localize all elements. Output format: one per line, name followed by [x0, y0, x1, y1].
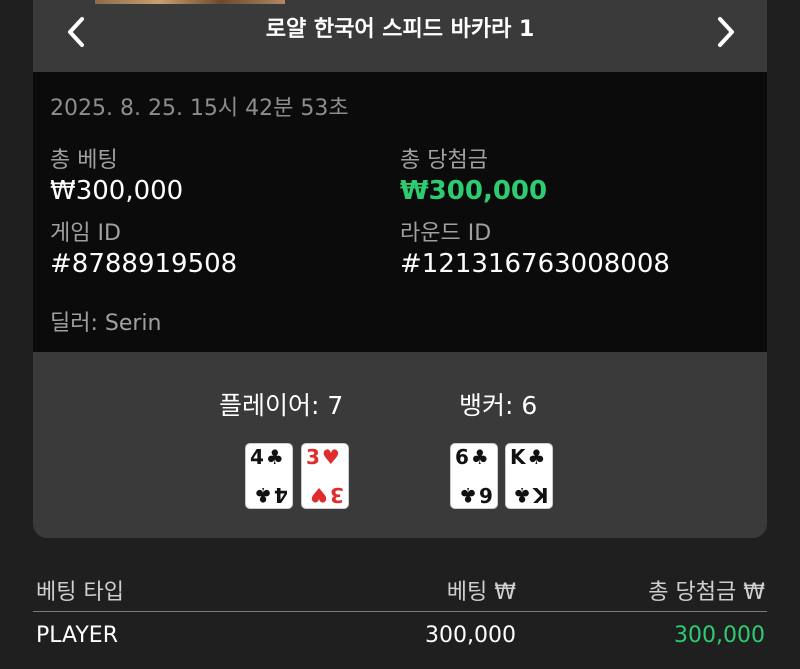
player-card-1: 4 ♣ 4♣ [246, 444, 292, 508]
chevron-right-icon [718, 17, 734, 47]
video-thumbnail-edge [95, 0, 285, 4]
round-result-panel: 플레이어: 7 뱅커: 6 4 ♣ 4♣ 3 ♥ 3♥ 6 ♣ 6♣ K ♣ K♣ [33, 352, 767, 538]
card-rank-top: K ♣ [510, 445, 546, 469]
round-datetime: 2025. 8. 25. 15시 42분 53초 [50, 96, 349, 121]
previous-button[interactable] [56, 12, 96, 52]
card-rank-bottom: 4♣ [254, 483, 288, 507]
total-win-label: 총 당첨금 [400, 148, 488, 173]
card-rank-bottom: K♣ [512, 483, 548, 507]
banker-card-2: K ♣ K♣ [506, 444, 552, 508]
card-rank-top: 6 ♣ [455, 445, 489, 469]
game-id-label: 게임 ID [50, 221, 121, 246]
table-header-win: 총 당첨금 ₩ [648, 580, 765, 605]
table-header-bet: 베팅 ₩ [446, 580, 516, 605]
player-card-2: 3 ♥ 3♥ [302, 444, 348, 508]
table-cell-bet: 300,000 [425, 623, 516, 648]
round-details-panel: 2025. 8. 25. 15시 42분 53초 총 베팅 ₩300,000 총… [33, 72, 767, 352]
card-rank-bottom: 6♣ [459, 483, 493, 507]
table-cell-bet-type: PLAYER [36, 623, 118, 648]
player-score: 플레이어: 7 [219, 391, 344, 420]
banker-score: 뱅커: 6 [459, 391, 538, 420]
page-title: 로얄 한국어 스피드 바카라 1 [265, 17, 535, 42]
card-rank-top: 3 ♥ [306, 445, 340, 469]
table-divider [33, 611, 767, 612]
total-win-value: ₩300,000 [400, 176, 548, 206]
round-id-label: 라운드 ID [400, 221, 492, 246]
next-button[interactable] [706, 12, 746, 52]
total-bet-label: 총 베팅 [50, 148, 118, 173]
total-bet-value: ₩300,000 [50, 176, 184, 206]
banker-card-1: 6 ♣ 6♣ [451, 444, 497, 508]
table-cell-win: 300,000 [674, 623, 765, 648]
chevron-left-icon [68, 17, 84, 47]
round-id-value: #121316763008008 [400, 249, 670, 279]
dealer-name: 딜러: Serin [50, 311, 162, 336]
card-rank-bottom: 3♥ [310, 483, 344, 507]
game-id-value: #8788919508 [50, 249, 238, 279]
table-header-bet-type: 베팅 타입 [36, 580, 124, 605]
card-rank-top: 4 ♣ [250, 445, 284, 469]
